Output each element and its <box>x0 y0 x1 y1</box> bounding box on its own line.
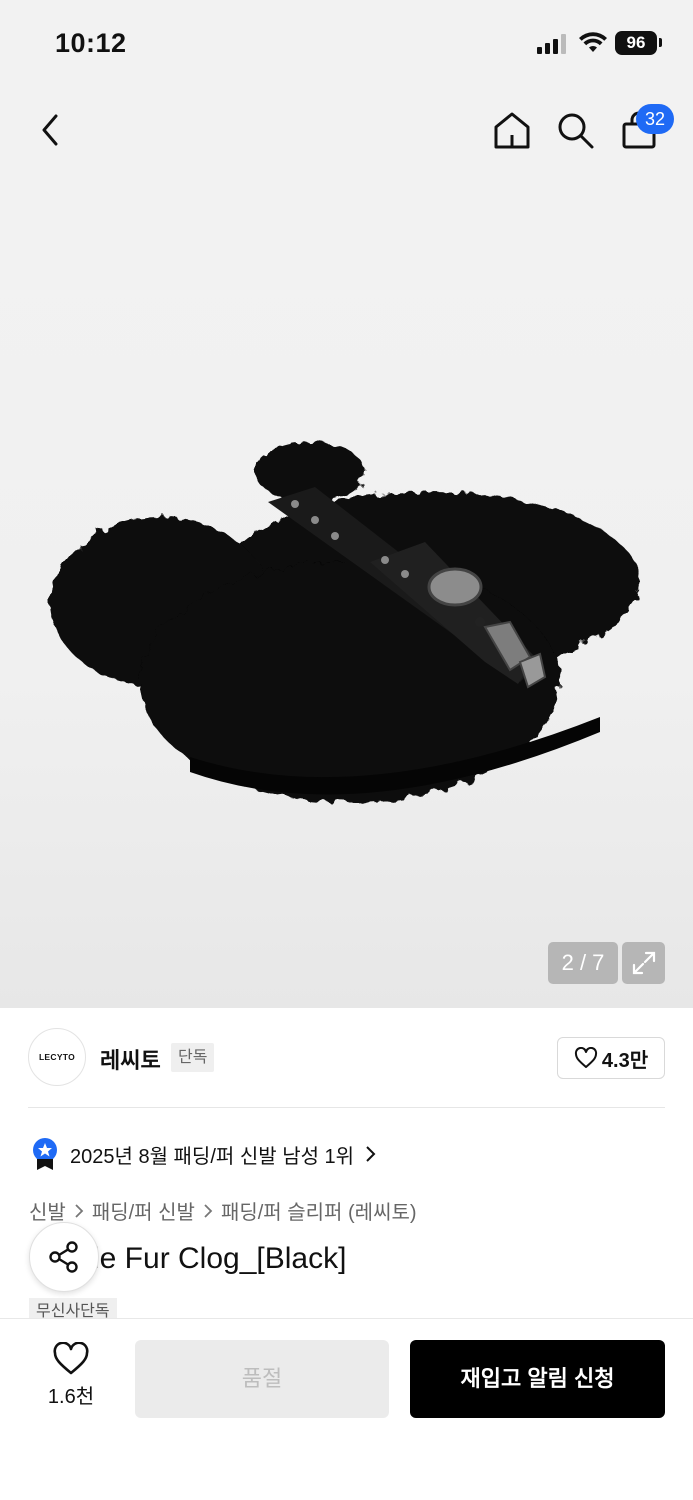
home-icon <box>494 112 530 149</box>
battery-indicator: 96 <box>615 31 657 55</box>
share-icon <box>49 1241 78 1273</box>
wishlist-button[interactable]: 1.6천 <box>28 1342 114 1418</box>
battery-tip <box>659 38 662 47</box>
ranking-text: 2025년 8월 패딩/퍼 신발 남성 1위 <box>70 1145 355 1168</box>
chevron-right-icon <box>366 1146 376 1162</box>
cart-count-badge: 32 <box>636 104 674 134</box>
restock-alert-button[interactable]: 재입고 알림 신청 <box>410 1340 665 1418</box>
back-button[interactable] <box>28 108 72 152</box>
product-image-gallery[interactable]: 2 / 7 <box>0 170 693 1008</box>
brand-name[interactable]: 레씨토 <box>100 1043 161 1075</box>
breadcrumb-item[interactable]: 신발 <box>29 1196 66 1225</box>
divider <box>28 1107 665 1108</box>
wifi-icon <box>579 32 607 52</box>
brand-logo[interactable]: LECYTO <box>28 1028 86 1086</box>
search-button[interactable] <box>553 108 597 152</box>
ranking-badge-row[interactable]: 2025년 8월 패딩/퍼 신발 남성 1위 <box>30 1137 376 1171</box>
status-bar: 10:12 96 <box>0 0 693 90</box>
product-title: le Fur Clog_[Black] <box>93 1242 347 1275</box>
breadcrumb-chevron-icon <box>204 1203 213 1218</box>
expand-icon <box>632 951 655 975</box>
product-image <box>50 442 640 802</box>
brand-exclusive-tag: 단독 <box>171 1043 215 1072</box>
top-nav <box>0 90 693 170</box>
breadcrumb: 신발 패딩/퍼 신발 패딩/퍼 슬리퍼 (레씨토) <box>29 1196 417 1225</box>
share-button[interactable] <box>29 1222 99 1292</box>
breadcrumb-item[interactable]: 패딩/퍼 슬리퍼 (레씨토) <box>221 1196 417 1225</box>
soldout-button[interactable]: 품절 <box>135 1340 389 1418</box>
brand-like-count: 4.3만 <box>601 1049 649 1072</box>
breadcrumb-chevron-icon <box>75 1203 84 1218</box>
signal-icon <box>537 34 567 54</box>
wishlist-count: 1.6천 <box>47 1386 95 1408</box>
image-counter: 2 / 7 <box>548 942 618 984</box>
ranking-medal-icon <box>33 1138 57 1170</box>
brand-like-button[interactable]: 4.3만 <box>557 1037 665 1079</box>
status-time: 10:12 <box>55 28 127 58</box>
product-title-wrap: le Fur Clog_[Black] <box>29 1240 669 1290</box>
expand-image-button[interactable] <box>622 942 665 984</box>
search-icon <box>558 113 594 149</box>
breadcrumb-item[interactable]: 패딩/퍼 신발 <box>92 1196 195 1225</box>
home-button[interactable] <box>490 108 534 152</box>
heart-icon <box>574 1047 597 1068</box>
heart-icon <box>53 1342 89 1375</box>
back-icon <box>42 114 58 146</box>
